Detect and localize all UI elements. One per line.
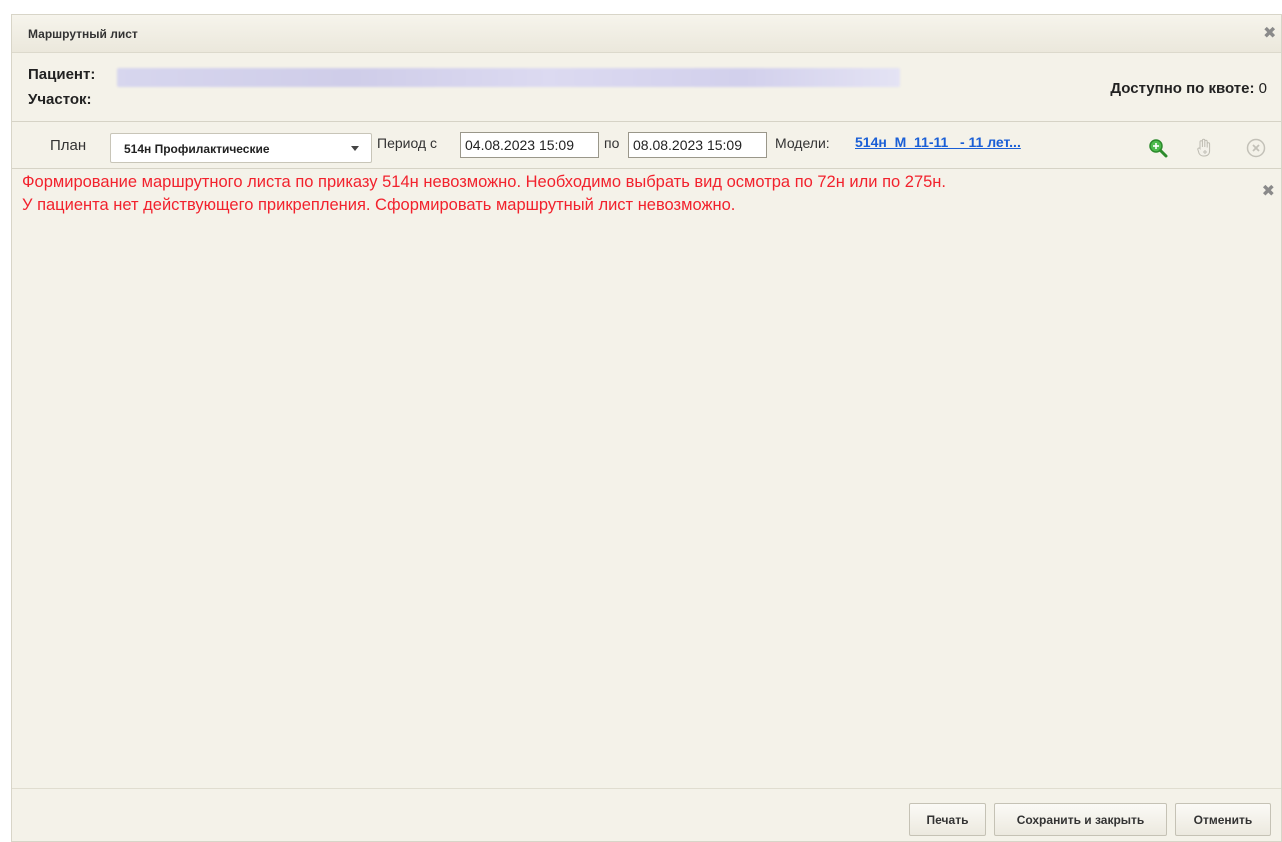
quota-info: Доступно по квоте: 0 [1110,80,1267,97]
plan-label: План [50,137,87,154]
chevron-down-icon [351,146,359,151]
hand-add-icon[interactable] [1194,137,1216,159]
date-from-input[interactable] [460,132,599,158]
period-to-label: по [604,135,620,151]
zoom-in-icon[interactable] [1147,137,1169,159]
close-icon[interactable]: ✖ [1262,181,1275,201]
dialog-title: Маршрутный лист [28,27,138,41]
close-icon[interactable]: ✖ [1263,26,1277,42]
save-and-close-button[interactable]: Сохранить и закрыть [994,803,1167,836]
route-sheet-dialog: Маршрутный лист ✖ Пациент: Участок: Дост… [11,14,1282,842]
quota-value: 0 [1258,80,1267,97]
patient-name-redacted [117,68,900,87]
patient-label: Пациент: [28,66,96,83]
clear-circle-icon[interactable] [1245,137,1267,159]
error-message-line: Формирование маршрутного листа по приказ… [22,173,946,191]
plan-select[interactable]: 514н Профилактические [110,133,372,163]
dialog-footer: Печать Сохранить и закрыть Отменить [12,788,1281,841]
area-label: Участок: [28,91,92,108]
models-label: Модели: [775,135,830,151]
dialog-titlebar: Маршрутный лист ✖ [12,15,1281,53]
plan-toolbar: План 514н Профилактические Период с по М… [12,121,1281,169]
models-link[interactable]: 514н_М_11-11_ - 11 лет... [855,134,1021,150]
error-message-line: У пациента нет действующего прикрепления… [22,196,736,214]
quota-label: Доступно по квоте: [1110,80,1255,97]
error-message-box: Формирование маршрутного листа по приказ… [22,171,1272,217]
print-button[interactable]: Печать [909,803,986,836]
cancel-button[interactable]: Отменить [1175,803,1271,836]
date-to-input[interactable] [628,132,767,158]
plan-select-value: 514н Профилактические [124,142,270,156]
period-label: Период с [377,135,437,151]
